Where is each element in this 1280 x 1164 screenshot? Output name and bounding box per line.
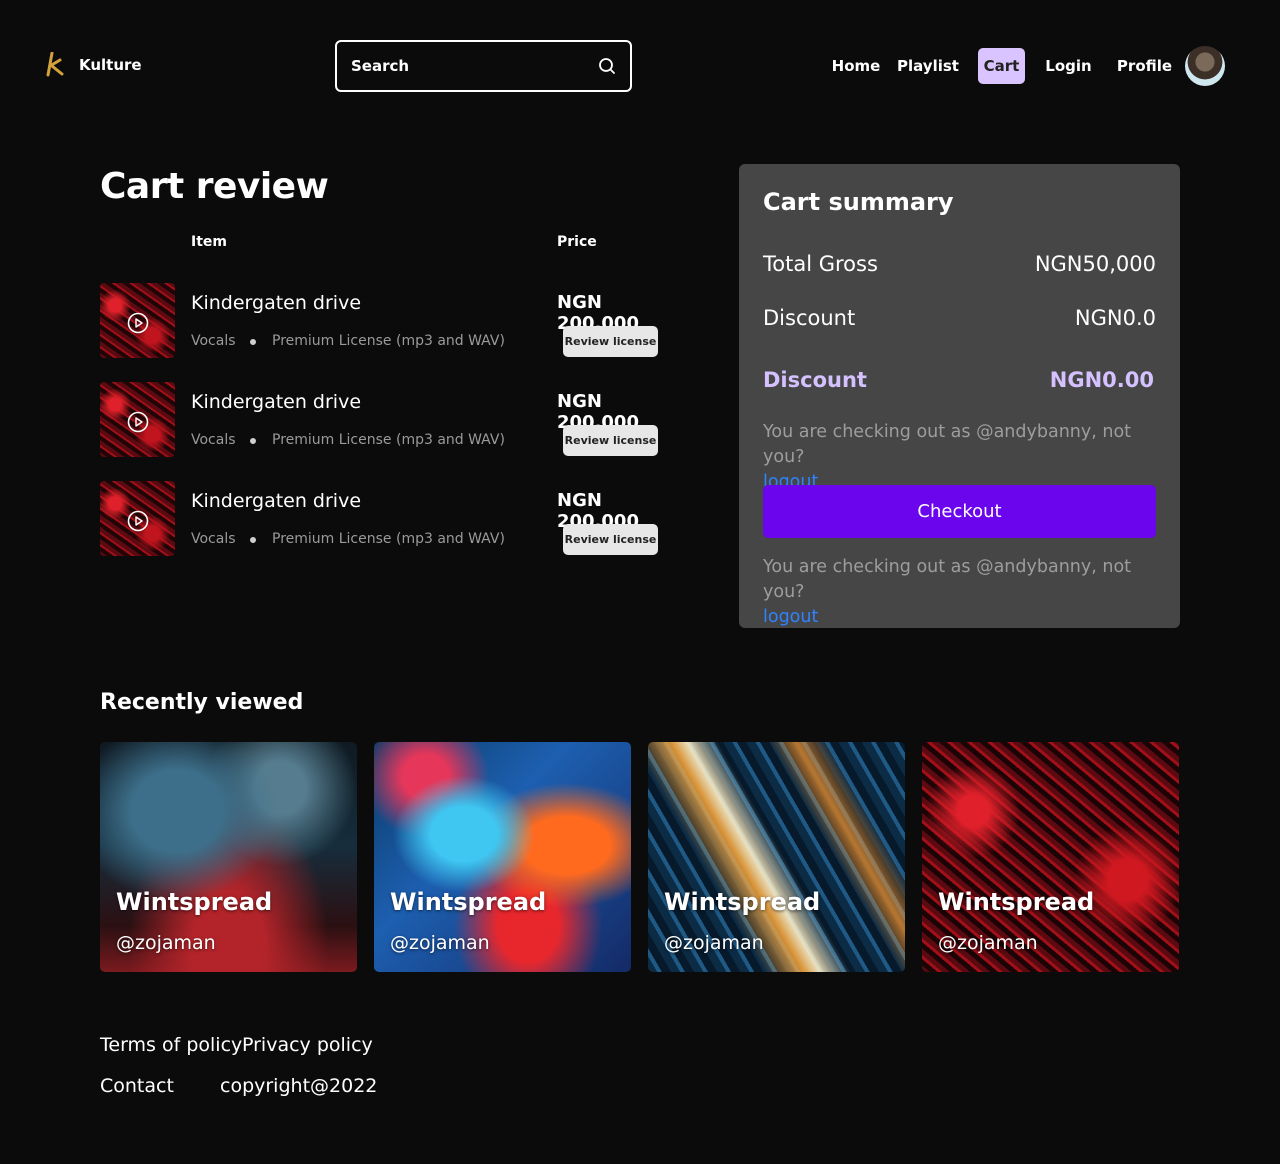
- item-type: Vocals: [191, 333, 236, 349]
- summary-title: Cart summary: [763, 188, 954, 216]
- search-icon[interactable]: [598, 57, 616, 75]
- checkout-account-note: You are checking out as @andybanny, not …: [763, 420, 1163, 495]
- track-thumbnail[interactable]: [100, 382, 175, 457]
- brand-logo[interactable]: Kulture: [44, 52, 142, 78]
- total-gross-label: Total Gross: [763, 252, 878, 276]
- separator-dot: [250, 438, 256, 444]
- recently-viewed-card[interactable]: Wintspread @zojaman: [648, 742, 905, 972]
- item-type: Vocals: [191, 432, 236, 448]
- track-thumbnail[interactable]: [100, 283, 175, 358]
- discount-value: NGN0.0: [1074, 306, 1156, 330]
- column-header-item: Item: [191, 234, 227, 250]
- item-license: Premium License (mp3 and WAV): [272, 333, 505, 349]
- cart-item-row: Kindergaten drive Vocals Premium License…: [100, 481, 680, 557]
- separator-dot: [250, 339, 256, 345]
- terms-link[interactable]: Terms of policy: [100, 1034, 242, 1056]
- page-title: Cart review: [100, 166, 329, 207]
- card-artist-handle: @zojaman: [390, 932, 490, 954]
- item-name: Kindergaten drive: [191, 490, 362, 512]
- item-license: Premium License (mp3 and WAV): [272, 531, 505, 547]
- total-gross-value: NGN50,000: [1034, 252, 1156, 276]
- review-license-button[interactable]: Review license: [563, 425, 658, 456]
- review-license-button[interactable]: Review license: [563, 524, 658, 555]
- discount-total-label: Discount: [763, 368, 867, 392]
- recently-viewed-card[interactable]: Wintspread @zojaman: [922, 742, 1179, 972]
- card-title: Wintspread: [938, 888, 1095, 916]
- search-input[interactable]: [351, 57, 598, 75]
- play-icon[interactable]: [127, 312, 149, 334]
- card-artist-handle: @zojaman: [664, 932, 764, 954]
- column-header-price: Price: [557, 234, 597, 250]
- checkout-account-note: You are checking out as @andybanny, not …: [763, 555, 1163, 630]
- recently-viewed-title: Recently viewed: [100, 690, 304, 715]
- nav-cart[interactable]: Cart: [978, 48, 1025, 84]
- checkout-button[interactable]: Checkout: [763, 485, 1156, 538]
- recently-viewed-card[interactable]: Wintspread @zojaman: [374, 742, 631, 972]
- card-title: Wintspread: [390, 888, 547, 916]
- brand-name: Kulture: [79, 56, 142, 74]
- kulture-logo-icon: [46, 52, 64, 77]
- logout-link[interactable]: logout: [763, 607, 818, 627]
- nav-playlist[interactable]: Playlist: [894, 48, 962, 84]
- discount-label: Discount: [763, 306, 856, 330]
- cart-item-row: Kindergaten drive Vocals Premium License…: [100, 283, 680, 359]
- nav-profile[interactable]: Profile: [1112, 48, 1177, 84]
- play-icon[interactable]: [127, 510, 149, 532]
- card-artist-handle: @zojaman: [116, 932, 216, 954]
- avatar[interactable]: [1185, 46, 1225, 86]
- account-note-text: You are checking out as @andybanny, not …: [763, 422, 1132, 467]
- item-type: Vocals: [191, 531, 236, 547]
- privacy-link[interactable]: Privacy policy: [242, 1034, 373, 1056]
- review-license-button[interactable]: Review license: [563, 326, 658, 357]
- nav-login[interactable]: Login: [1040, 48, 1097, 84]
- cart-item-row: Kindergaten drive Vocals Premium License…: [100, 382, 680, 458]
- card-title: Wintspread: [664, 888, 821, 916]
- item-name: Kindergaten drive: [191, 391, 362, 413]
- recently-viewed-card[interactable]: Wintspread @zojaman: [100, 742, 357, 972]
- track-thumbnail[interactable]: [100, 481, 175, 556]
- header: Kulture Home Playlist Cart Login Profile: [0, 40, 1280, 92]
- item-license: Premium License (mp3 and WAV): [272, 432, 505, 448]
- item-name: Kindergaten drive: [191, 292, 362, 314]
- card-title: Wintspread: [116, 888, 273, 916]
- search-box[interactable]: [335, 40, 632, 92]
- play-icon[interactable]: [127, 411, 149, 433]
- card-artist-handle: @zojaman: [938, 932, 1038, 954]
- contact-link[interactable]: Contact: [100, 1075, 174, 1097]
- separator-dot: [250, 537, 256, 543]
- copyright-text: copyright@2022: [220, 1075, 378, 1097]
- nav-home[interactable]: Home: [826, 48, 886, 84]
- account-note-text: You are checking out as @andybanny, not …: [763, 557, 1132, 602]
- cart-summary-panel: Cart summary Total Gross NGN50,000 Disco…: [739, 164, 1180, 628]
- discount-total-value: NGN0.00: [1049, 368, 1154, 392]
